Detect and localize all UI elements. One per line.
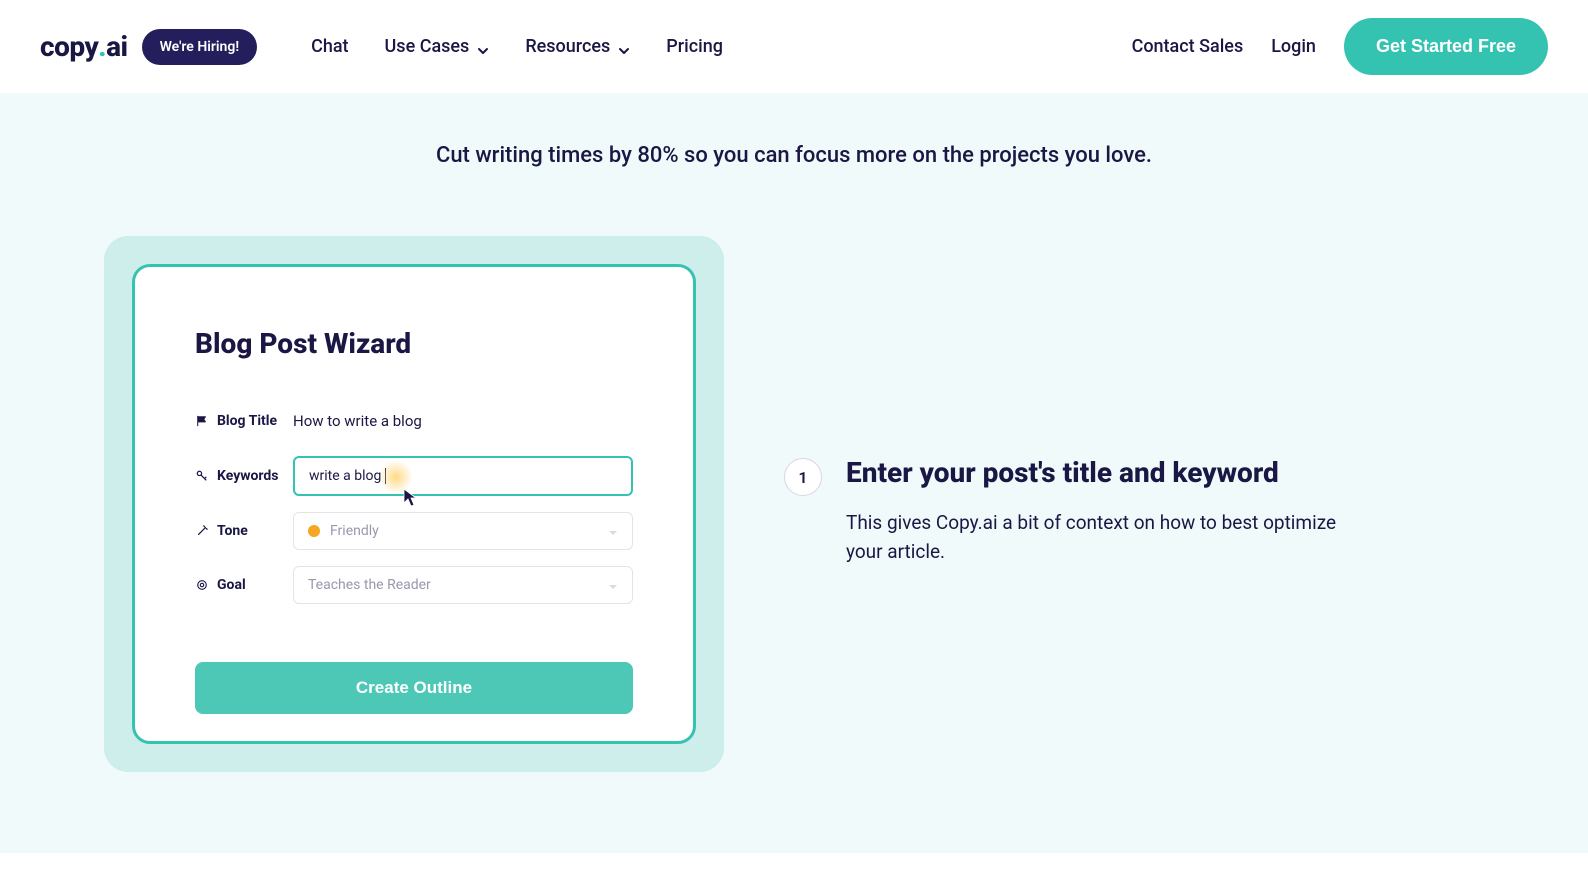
get-started-button[interactable]: Get Started Free bbox=[1344, 18, 1548, 75]
tone-select-left: Friendly bbox=[308, 523, 379, 539]
chevron-down-icon bbox=[618, 41, 630, 53]
nav-resources[interactable]: Resources bbox=[525, 36, 630, 57]
tagline: Cut writing times by 80% so you can focu… bbox=[40, 143, 1548, 168]
cursor-icon bbox=[403, 488, 419, 508]
wizard-title: Blog Post Wizard bbox=[195, 327, 633, 360]
blog-title-value: How to write a blog bbox=[293, 402, 422, 440]
content-row: Blog Post Wizard Blog Title How to write… bbox=[104, 236, 1484, 772]
label-blog-title-text: Blog Title bbox=[217, 413, 277, 429]
keywords-input-value: write a blog bbox=[309, 468, 381, 484]
header-left: copy.ai We're Hiring! Chat Use Cases Res… bbox=[40, 29, 723, 65]
login-link[interactable]: Login bbox=[1271, 36, 1316, 57]
label-keywords: Keywords bbox=[195, 468, 293, 484]
wizard-outer: Blog Post Wizard Blog Title How to write… bbox=[104, 236, 724, 772]
label-keywords-text: Keywords bbox=[217, 468, 279, 484]
step-panel: 1 Enter your post's title and keyword Th… bbox=[784, 236, 1344, 566]
keywords-input[interactable]: write a blog bbox=[293, 456, 633, 496]
step-content: Enter your post's title and keyword This… bbox=[846, 456, 1344, 566]
wand-icon bbox=[195, 524, 209, 538]
key-icon bbox=[195, 469, 209, 483]
create-outline-button[interactable]: Create Outline bbox=[195, 662, 633, 714]
caret-down-icon bbox=[608, 526, 618, 536]
logo-text-suffix: ai bbox=[106, 30, 128, 63]
label-goal: Goal bbox=[195, 577, 293, 593]
hiring-badge-label: We're Hiring! bbox=[160, 39, 240, 55]
wizard-card: Blog Post Wizard Blog Title How to write… bbox=[132, 264, 696, 744]
caret-down-icon bbox=[608, 580, 618, 590]
tone-select[interactable]: Friendly bbox=[293, 512, 633, 550]
contact-sales-label: Contact Sales bbox=[1132, 36, 1244, 57]
create-outline-label: Create Outline bbox=[356, 678, 472, 697]
label-tone: Tone bbox=[195, 523, 293, 539]
nav-pricing[interactable]: Pricing bbox=[666, 36, 723, 57]
step-number: 1 bbox=[784, 458, 822, 496]
nav-use-cases-label: Use Cases bbox=[385, 36, 470, 57]
form-row-keywords: Keywords write a blog bbox=[195, 456, 633, 496]
nav-pricing-label: Pricing bbox=[666, 36, 723, 57]
logo-dot: . bbox=[98, 30, 106, 63]
contact-sales-link[interactable]: Contact Sales bbox=[1132, 36, 1244, 57]
nav-chat-label: Chat bbox=[311, 36, 348, 57]
nav-chat[interactable]: Chat bbox=[311, 36, 348, 57]
step-description: This gives Copy.ai a bit of context on h… bbox=[846, 508, 1344, 567]
form-row-tone: Tone Friendly bbox=[195, 512, 633, 550]
logo-text-main: copy bbox=[40, 30, 98, 63]
nav-use-cases[interactable]: Use Cases bbox=[385, 36, 490, 57]
hiring-badge[interactable]: We're Hiring! bbox=[142, 29, 258, 65]
step-row: 1 Enter your post's title and keyword Th… bbox=[784, 456, 1344, 566]
nav-resources-label: Resources bbox=[525, 36, 610, 57]
main-nav: Chat Use Cases Resources Pricing bbox=[311, 36, 723, 57]
tone-color-dot bbox=[308, 525, 320, 537]
goal-select-left: Teaches the Reader bbox=[308, 577, 431, 593]
label-tone-text: Tone bbox=[217, 523, 248, 539]
flag-icon bbox=[195, 414, 209, 428]
label-blog-title: Blog Title bbox=[195, 413, 293, 429]
form-row-blog-title: Blog Title How to write a blog bbox=[195, 402, 633, 440]
goal-select[interactable]: Teaches the Reader bbox=[293, 566, 633, 604]
goal-placeholder: Teaches the Reader bbox=[308, 577, 431, 593]
hero-section: Cut writing times by 80% so you can focu… bbox=[0, 93, 1588, 853]
login-label: Login bbox=[1271, 36, 1316, 57]
text-caret bbox=[385, 468, 386, 484]
click-highlight bbox=[379, 460, 413, 494]
tone-placeholder: Friendly bbox=[330, 523, 379, 539]
step-title: Enter your post's title and keyword bbox=[846, 456, 1344, 490]
cta-label: Get Started Free bbox=[1376, 36, 1516, 56]
label-goal-text: Goal bbox=[217, 577, 246, 593]
form-row-goal: Goal Teaches the Reader bbox=[195, 566, 633, 604]
target-icon bbox=[195, 578, 209, 592]
logo[interactable]: copy.ai bbox=[40, 30, 128, 63]
header-right: Contact Sales Login Get Started Free bbox=[1132, 18, 1548, 75]
chevron-down-icon bbox=[477, 41, 489, 53]
main-header: copy.ai We're Hiring! Chat Use Cases Res… bbox=[0, 0, 1588, 93]
